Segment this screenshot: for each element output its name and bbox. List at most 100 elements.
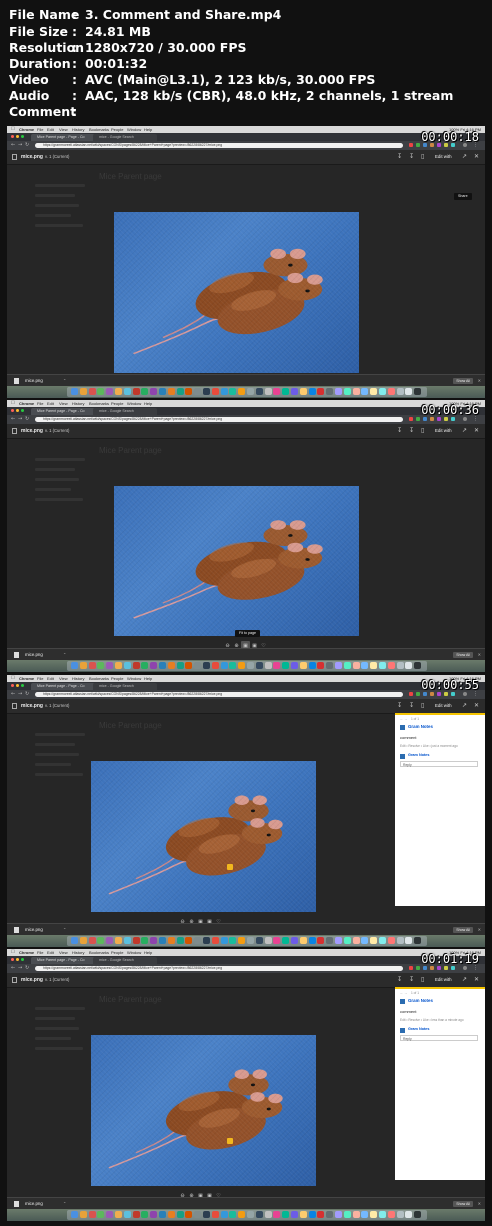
menu-file[interactable]: File — [37, 400, 43, 407]
extension-icon[interactable] — [416, 692, 420, 696]
dock-app-icon[interactable] — [115, 937, 122, 944]
dock-app-icon[interactable] — [79, 1211, 87, 1218]
menu-chrome[interactable]: Chrome — [19, 949, 34, 956]
dock-app-icon[interactable] — [352, 662, 360, 669]
dock-app-icon[interactable] — [291, 1211, 298, 1218]
url-field[interactable]: https://grammoreeli.atlassian.net/wiki/s… — [35, 143, 403, 148]
dock-app-icon[interactable] — [211, 662, 219, 669]
dock-app-icon[interactable] — [387, 1211, 395, 1218]
dock-app-icon[interactable] — [414, 937, 422, 944]
dock-app-icon[interactable] — [194, 1211, 202, 1218]
menu-people[interactable]: People — [111, 675, 123, 682]
dock-app-icon[interactable] — [88, 1211, 96, 1218]
dock-app-icon[interactable] — [106, 937, 114, 944]
dock-app-icon[interactable] — [115, 662, 122, 669]
extension-icon[interactable] — [409, 143, 413, 147]
menu-history[interactable]: History — [72, 949, 84, 956]
show-all-button[interactable]: Show All — [453, 652, 473, 658]
dock-app-icon[interactable] — [343, 662, 351, 669]
dock-app-icon[interactable] — [361, 662, 369, 669]
show-all-button[interactable]: Show All — [453, 927, 473, 933]
dock-app-icon[interactable] — [387, 388, 395, 395]
dock-app-icon[interactable] — [255, 937, 263, 944]
dock-app-icon[interactable] — [308, 662, 316, 669]
dock-app-icon[interactable] — [291, 662, 298, 669]
reply-input[interactable]: Reply — [400, 1035, 478, 1041]
dock-app-icon[interactable] — [387, 662, 395, 669]
download-icon[interactable]: ↧ — [397, 973, 402, 987]
apple-icon[interactable]:  — [11, 400, 15, 407]
apple-icon[interactable]:  — [11, 675, 15, 682]
dock-app-icon[interactable] — [71, 662, 78, 669]
dock-app-icon[interactable] — [247, 937, 254, 944]
dock-app-icon[interactable] — [88, 662, 96, 669]
dock-app-icon[interactable] — [220, 662, 228, 669]
dock-app-icon[interactable] — [361, 388, 369, 395]
menu-edit[interactable]: Edit — [47, 400, 54, 407]
dock-app-icon[interactable] — [167, 937, 175, 944]
dock-app-icon[interactable] — [273, 662, 281, 669]
extension-icon[interactable] — [451, 966, 455, 970]
more-menu-icon[interactable]: ⋮ — [473, 691, 478, 698]
dock-app-icon[interactable] — [176, 1211, 184, 1218]
window-minimize-icon[interactable] — [16, 958, 19, 961]
window-close-icon[interactable] — [11, 135, 14, 138]
share-icon[interactable]: ↗ — [462, 699, 467, 713]
comment-icon[interactable]: ▯ — [421, 699, 424, 713]
dock-app-icon[interactable] — [132, 662, 140, 669]
dock-app-icon[interactable] — [335, 388, 342, 395]
download-icon[interactable]: ↧ — [397, 424, 402, 438]
window-minimize-icon[interactable] — [16, 684, 19, 687]
dock-app-icon[interactable] — [220, 388, 228, 395]
dock-app-icon[interactable] — [150, 937, 158, 944]
dock-app-icon[interactable] — [405, 1211, 413, 1218]
back-arrow-icon[interactable]: ← — [11, 416, 15, 423]
dock-app-icon[interactable] — [141, 937, 149, 944]
dock-app-icon[interactable] — [282, 662, 290, 669]
extension-icon[interactable] — [437, 417, 441, 421]
menu-edit[interactable]: Edit — [47, 675, 54, 682]
dock-app-icon[interactable] — [414, 1211, 422, 1218]
menu-edit[interactable]: Edit — [47, 126, 54, 133]
menu-history[interactable]: History — [72, 126, 84, 133]
extension-icon[interactable] — [437, 692, 441, 696]
window-zoom-icon[interactable] — [21, 135, 24, 138]
dock-app-icon[interactable] — [238, 937, 246, 944]
dock-app-icon[interactable] — [308, 388, 316, 395]
share-icon[interactable]: ↗ — [462, 424, 467, 438]
dock-app-icon[interactable] — [317, 1211, 325, 1218]
dock-app-icon[interactable] — [352, 388, 360, 395]
close-icon[interactable]: ✕ — [474, 424, 479, 438]
dock-app-icon[interactable] — [317, 937, 325, 944]
extension-icon[interactable] — [451, 692, 455, 696]
dock-app-icon[interactable] — [123, 388, 131, 395]
dock-app-icon[interactable] — [361, 937, 369, 944]
comment-nav-arrows[interactable]: ← → — [400, 991, 407, 995]
dock-app-icon[interactable] — [326, 388, 334, 395]
dock-app-icon[interactable] — [71, 388, 78, 395]
comment-pin-icon[interactable] — [227, 864, 233, 870]
dock-app-icon[interactable] — [317, 388, 325, 395]
extension-icon[interactable] — [416, 966, 420, 970]
menu-chrome[interactable]: Chrome — [19, 126, 34, 133]
dock-app-icon[interactable] — [167, 662, 175, 669]
dock-app-icon[interactable] — [194, 388, 202, 395]
extension-icon[interactable] — [416, 417, 420, 421]
dock-app-icon[interactable] — [238, 388, 246, 395]
dock-app-icon[interactable] — [273, 937, 281, 944]
dock-app-icon[interactable] — [282, 1211, 290, 1218]
dock-app-icon[interactable] — [405, 937, 413, 944]
dock-app-icon[interactable] — [264, 662, 272, 669]
menu-history[interactable]: History — [72, 400, 84, 407]
dock-app-icon[interactable] — [379, 388, 386, 395]
dock-app-icon[interactable] — [229, 662, 237, 669]
dock-app-icon[interactable] — [132, 937, 140, 944]
menu-window[interactable]: Window — [127, 675, 141, 682]
dock-app-icon[interactable] — [123, 662, 131, 669]
dock-app-icon[interactable] — [115, 388, 122, 395]
dock-app-icon[interactable] — [203, 937, 210, 944]
dock-app-icon[interactable] — [343, 937, 351, 944]
dock-app-icon[interactable] — [150, 388, 158, 395]
comment-nav-arrows[interactable]: ← → — [400, 717, 407, 721]
preview-version-selector[interactable]: v. 1 (Current) — [45, 424, 69, 438]
